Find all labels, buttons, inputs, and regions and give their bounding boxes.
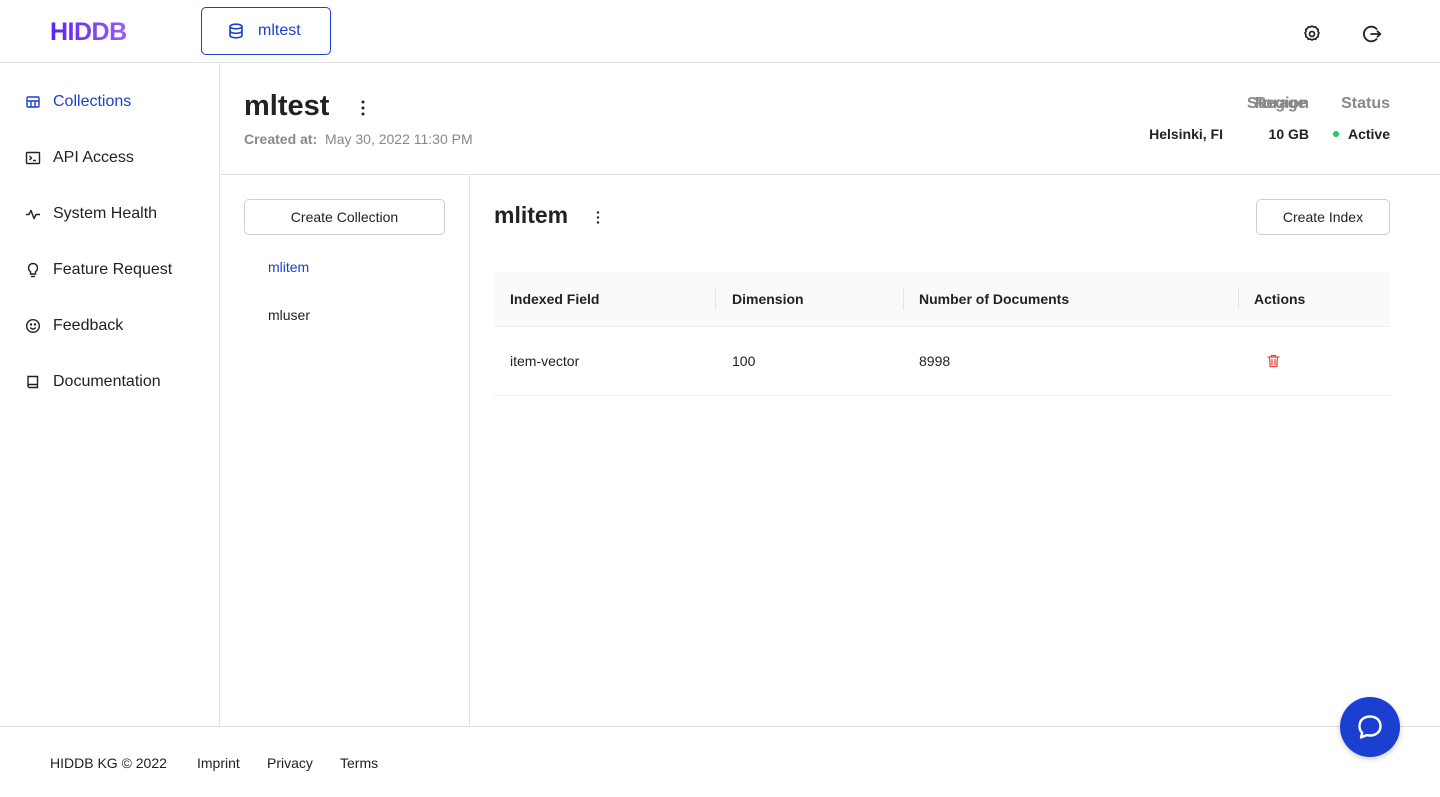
- cell-indexed-field: item-vector: [510, 353, 580, 369]
- sidebar-item-collections[interactable]: Collections: [24, 90, 131, 114]
- sidebar-item-label: Feature Request: [53, 261, 173, 278]
- database-selector[interactable]: mltest: [201, 7, 331, 55]
- database-icon: [229, 23, 243, 39]
- sidebar-item-feature-request[interactable]: Feature Request: [24, 258, 172, 282]
- footer-imprint-link[interactable]: Imprint: [197, 755, 240, 771]
- sidebar-item-feedback[interactable]: Feedback: [24, 314, 123, 338]
- footer-terms-link[interactable]: Terms: [340, 755, 378, 771]
- create-index-button[interactable]: Create Index: [1256, 199, 1390, 235]
- column-header-dimension: Dimension: [732, 291, 804, 307]
- sidebar-item-label: System Health: [53, 205, 158, 222]
- storage-label: Storage: [1247, 95, 1307, 112]
- status-badge: Active: [1332, 126, 1390, 142]
- create-collection-button[interactable]: Create Collection: [244, 199, 445, 235]
- created-at-label: Created at:: [244, 131, 318, 147]
- column-header-indexed-field: Indexed Field: [510, 291, 600, 307]
- database-header: mltest Created at: May 30, 2022 11:30 PM…: [220, 63, 1440, 175]
- footer-privacy-link[interactable]: Privacy: [267, 755, 313, 771]
- sidebar-item-label: Documentation: [53, 373, 161, 390]
- column-header-documents: Number of Documents: [919, 291, 1070, 307]
- sidebar-item-label: Collections: [53, 93, 132, 110]
- gear-icon[interactable]: [1300, 22, 1324, 46]
- book-icon: [24, 373, 42, 391]
- chat-launcher-button[interactable]: [1340, 697, 1400, 757]
- sidebar-item-system-health[interactable]: System Health: [24, 202, 157, 226]
- collection-title: mlitem: [494, 202, 569, 228]
- collection-item-mluser[interactable]: mluser: [268, 307, 310, 323]
- collection-more-icon[interactable]: [590, 207, 606, 227]
- chat-bubble-icon: [1358, 715, 1382, 739]
- table-header: Indexed Field Dimension Number of Docume…: [494, 272, 1390, 327]
- sidebar-item-documentation[interactable]: Documentation: [24, 370, 161, 394]
- trash-icon[interactable]: [1265, 353, 1281, 369]
- terminal-icon: [24, 149, 42, 167]
- created-at: Created at: May 30, 2022 11:30 PM: [244, 131, 473, 147]
- footer: HIDDB KG © 2022 Imprint Privacy Terms: [0, 726, 1440, 797]
- sidebar-item-api-access[interactable]: API Access: [24, 146, 134, 170]
- collections-icon: [24, 93, 42, 111]
- collection-detail: mlitem Create Index Indexed Field Dimens…: [470, 175, 1440, 727]
- column-header-actions: Actions: [1254, 291, 1306, 307]
- collection-item-mlitem[interactable]: mlitem: [268, 259, 309, 275]
- database-more-icon[interactable]: [354, 96, 372, 120]
- region-value: Helsinki, FI: [1149, 126, 1223, 142]
- cell-documents: 8998: [919, 353, 951, 369]
- top-bar: HIDDB mltest: [0, 0, 1440, 63]
- status-dot: [1332, 131, 1339, 138]
- index-table: Indexed Field Dimension Number of Docume…: [494, 272, 1390, 396]
- created-at-value: May 30, 2022 11:30 PM: [325, 131, 473, 147]
- logout-icon[interactable]: [1360, 22, 1384, 46]
- lightbulb-icon: [24, 261, 42, 279]
- app-logo[interactable]: HIDDB: [50, 18, 127, 47]
- collections-panel: Create Collection mlitem mluser: [220, 175, 470, 727]
- database-title: mltest: [244, 90, 330, 122]
- sidebar-item-label: Feedback: [53, 317, 124, 334]
- sidebar: Collections API Access System Health Fea…: [0, 63, 220, 727]
- status-value: Active: [1347, 126, 1390, 142]
- cell-dimension: 100: [732, 353, 756, 369]
- table-row: item-vector 100 8998: [494, 327, 1390, 396]
- storage-value: 10 GB: [1268, 126, 1309, 142]
- smiley-icon: [24, 317, 42, 335]
- pulse-icon: [24, 205, 42, 223]
- database-selector-label: mltest: [258, 22, 301, 39]
- status-label: Status: [1341, 95, 1390, 112]
- footer-copyright: HIDDB KG © 2022: [50, 755, 167, 771]
- sidebar-item-label: API Access: [53, 149, 134, 166]
